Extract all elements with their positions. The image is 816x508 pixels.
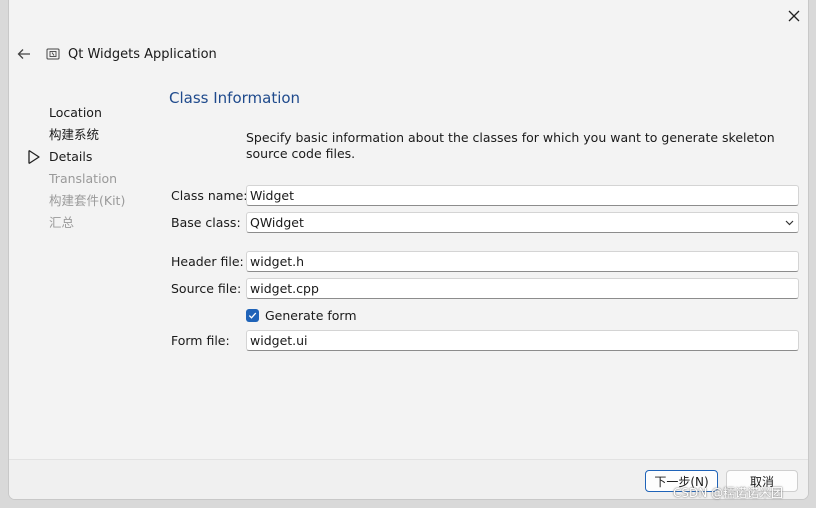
current-step-arrow-icon xyxy=(28,149,40,165)
generate-form-checkbox-row[interactable]: Generate form xyxy=(246,307,357,323)
base-class-value: QWidget xyxy=(250,215,304,230)
source-file-input[interactable] xyxy=(246,278,799,299)
step-label: 汇总 xyxy=(49,215,75,230)
step-translation: Translation xyxy=(23,170,163,192)
checkmark-icon xyxy=(248,312,257,319)
generate-form-label: Generate form xyxy=(265,307,357,323)
step-summary: 汇总 xyxy=(23,214,163,236)
wizard-steps: Location 构建系统 Details Translation 构建套件(K… xyxy=(23,104,163,236)
page-description: Specify basic information about the clas… xyxy=(246,130,775,161)
step-location: Location xyxy=(23,104,163,126)
step-kits: 构建套件(Kit) xyxy=(23,192,163,214)
form-file-label: Form file: xyxy=(171,333,230,348)
wizard-window: Qt Widgets Application Location 构建系统 Det… xyxy=(8,0,809,500)
step-build-system: 构建系统 xyxy=(23,126,163,148)
chevron-down-icon xyxy=(785,220,794,226)
step-label: Location xyxy=(49,105,102,120)
watermark-text: CSDN @糯诺诺米团 xyxy=(673,486,784,500)
close-icon xyxy=(788,10,800,22)
base-class-label: Base class: xyxy=(171,215,241,230)
base-class-combobox[interactable]: QWidget xyxy=(246,212,799,233)
source-file-label: Source file: xyxy=(171,281,242,296)
class-name-label: Class name: xyxy=(171,188,248,203)
qt-project-icon xyxy=(46,48,60,60)
back-button[interactable] xyxy=(13,44,35,64)
step-label: 构建套件(Kit) xyxy=(49,193,126,208)
step-label: Translation xyxy=(49,171,118,186)
header-file-label: Header file: xyxy=(171,254,244,269)
step-label: Details xyxy=(49,149,93,164)
wizard-title: Qt Widgets Application xyxy=(68,47,217,62)
step-details: Details xyxy=(23,148,163,170)
arrow-left-icon xyxy=(17,49,30,59)
form-file-input[interactable] xyxy=(246,330,799,351)
step-label: 构建系统 xyxy=(49,127,100,142)
class-name-input[interactable] xyxy=(246,185,799,206)
generate-form-checkbox[interactable] xyxy=(246,308,259,322)
header-file-input[interactable] xyxy=(246,251,799,272)
page-title: Class Information xyxy=(169,89,301,107)
close-button[interactable] xyxy=(779,4,808,28)
